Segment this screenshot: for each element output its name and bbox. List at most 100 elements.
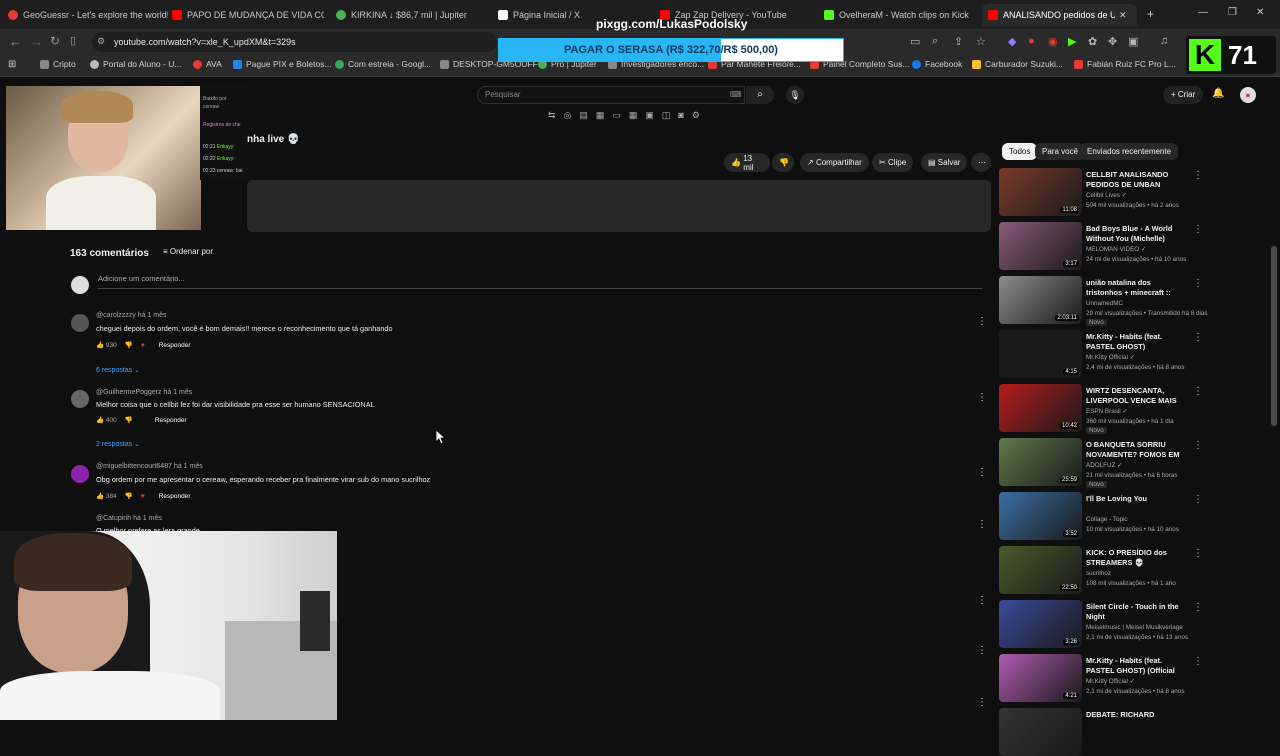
like-comment-icon[interactable]: 👍 xyxy=(96,492,106,500)
reply-button[interactable]: Responder xyxy=(159,342,191,349)
rec-thumbnail[interactable]: 2:03:11 xyxy=(999,276,1082,324)
rec-thumbnail[interactable]: 22:50 xyxy=(999,546,1082,594)
tab-papo[interactable]: PAPO DE MUDANÇA DE VIDA COM xyxy=(172,4,324,26)
like-comment-icon[interactable]: 👍 xyxy=(96,416,106,424)
sort-comments-button[interactable]: ≡ Ordenar por xyxy=(163,247,213,256)
tab-geoguessr[interactable]: GeoGuessr - Let's explore the world! xyxy=(8,4,168,26)
rec-thumbnail[interactable]: 3:17 xyxy=(999,222,1082,270)
like-button[interactable]: 👍 13 mil xyxy=(724,153,770,172)
rec-thumbnail[interactable] xyxy=(999,708,1082,756)
url-field[interactable]: ⚙ youtube.com/watch?v=xle_K_updXM&t=329s xyxy=(92,32,497,52)
create-button[interactable]: + Criar xyxy=(1163,86,1204,104)
comment-author[interactable]: @carolzzzzy há 1 mês xyxy=(96,312,167,319)
rec-channel[interactable]: Mr.Kitty Official ✓ xyxy=(1086,354,1135,361)
rec-channel[interactable]: Mr.Kitty Official ✓ xyxy=(1086,678,1135,685)
extension-icon-2[interactable]: ● xyxy=(1028,35,1035,47)
rec-channel[interactable]: UnnamedMC xyxy=(1086,300,1123,307)
bookmark-ava[interactable]: AVA xyxy=(193,59,222,69)
rec-title[interactable]: CELLBIT ANALISANDO PEDIDOS DE UNBAN xyxy=(1086,170,1186,190)
rec-channel[interactable]: Cellbit Lives ✓ xyxy=(1086,192,1127,199)
comment-menu-icon[interactable]: ⋮ xyxy=(977,595,987,606)
bookmark-carburador[interactable]: Carburador Suzuki... xyxy=(972,59,1063,69)
clip-button[interactable]: ✂ Clipe xyxy=(872,153,914,172)
rec-channel[interactable]: ADOLFUZ ✓ xyxy=(1086,462,1122,469)
dislike-button[interactable]: 👎 xyxy=(772,153,794,172)
rec-channel[interactable]: Collage - Topic xyxy=(1086,516,1128,523)
close-tab-icon[interactable]: ✕ xyxy=(1119,10,1127,21)
comment-menu-icon[interactable]: ⋮ xyxy=(977,645,987,656)
show-replies-button[interactable]: 6 respostas ⌄ xyxy=(96,366,140,374)
back-icon[interactable]: ← xyxy=(9,34,22,49)
rec-title[interactable]: DEBATE: RICHARD xyxy=(1086,710,1186,720)
rec-thumbnail[interactable]: 3:26 xyxy=(999,600,1082,648)
commenter-avatar[interactable] xyxy=(71,314,89,332)
extension-icon-4[interactable]: ▶ xyxy=(1068,35,1076,48)
account-avatar[interactable]: ● xyxy=(1240,87,1256,103)
search-button[interactable]: ⌕ xyxy=(746,86,774,104)
bookmark-facebook[interactable]: Facebook xyxy=(912,59,962,69)
commenter-avatar[interactable] xyxy=(71,390,89,408)
zoom-icon[interactable]: ⌕ xyxy=(932,35,938,48)
more-actions-button[interactable]: ⋯ xyxy=(971,153,991,172)
rec-title[interactable]: I'll Be Loving You xyxy=(1086,494,1186,504)
bookmark-cripto[interactable]: Cripto xyxy=(40,59,76,69)
tab-active-analisando[interactable]: ANALISANDO pedidos de U ✕ xyxy=(982,4,1137,26)
media-icon[interactable]: ♫ xyxy=(1160,35,1168,47)
notifications-icon[interactable]: 🔔 xyxy=(1212,88,1224,99)
extension-icon-1[interactable]: ◆ xyxy=(1008,35,1016,48)
comment-menu-icon[interactable]: ⋮ xyxy=(977,392,987,403)
rec-title[interactable]: Mr.Kitty - Habits (feat. PASTEL GHOST) (… xyxy=(1086,656,1186,676)
rec-menu-icon[interactable]: ⋮ xyxy=(1193,656,1203,667)
tab-kick[interactable]: OvelheraM - Watch clips on Kick xyxy=(824,4,974,26)
rec-channel[interactable]: MELOMAN VIDEO ✓ xyxy=(1086,246,1146,253)
bookmark-pix[interactable]: Pague PIX e Boletos... xyxy=(233,59,332,69)
comment-menu-icon[interactable]: ⋮ xyxy=(977,697,987,708)
like-comment-icon[interactable]: 👍 xyxy=(96,341,106,349)
rec-thumbnail[interactable]: 25:59 xyxy=(999,438,1082,486)
rec-menu-icon[interactable]: ⋮ xyxy=(1193,224,1203,235)
restore-icon[interactable]: ❐ xyxy=(1228,7,1237,18)
voice-search-button[interactable]: 🎙 xyxy=(786,86,804,104)
reply-button[interactable]: Responder xyxy=(159,493,191,500)
minimize-icon[interactable]: — xyxy=(1198,7,1208,18)
add-comment-input[interactable]: Adicione um comentário... xyxy=(98,274,982,289)
extension-icon-3[interactable]: ◉ xyxy=(1048,35,1058,48)
comment-author[interactable]: @GuilhermePoggerz há 1 mês xyxy=(96,389,192,396)
chip-todos[interactable]: Todos xyxy=(1002,143,1038,160)
dislike-comment-icon[interactable]: 👎 xyxy=(125,492,133,500)
share-button[interactable]: ↗ Compartilhar xyxy=(800,153,869,172)
rec-menu-icon[interactable]: ⋮ xyxy=(1193,386,1203,397)
rec-channel[interactable]: ESPN Brasil ✓ xyxy=(1086,408,1128,415)
commenter-avatar[interactable] xyxy=(71,465,89,483)
tab-jupiter[interactable]: KIRKINA ↓ $86,7 mil | Jupiter xyxy=(336,4,486,26)
chip-enviados[interactable]: Enviados recentemente xyxy=(1080,143,1179,160)
rec-menu-icon[interactable]: ⋮ xyxy=(1193,494,1203,505)
keyboard-icon[interactable]: ⌨ xyxy=(730,90,742,99)
rec-title[interactable]: Silent Circle - Touch in the Night xyxy=(1086,602,1186,622)
rec-title[interactable]: O BANQUETA SORRIU NOVAMENTE? FOMOS EM ..… xyxy=(1086,440,1186,460)
forward-icon[interactable]: → xyxy=(30,34,43,49)
rec-menu-icon[interactable]: ⋮ xyxy=(1193,440,1203,451)
bookmark-icon[interactable]: ▯ xyxy=(70,34,76,47)
description-box[interactable] xyxy=(247,180,991,232)
rec-thumbnail[interactable]: 11:08 xyxy=(999,168,1082,216)
comment-author[interactable]: @miguelbittencourt6487 há 1 mês xyxy=(96,463,203,470)
share-page-icon[interactable]: ⇪ xyxy=(954,35,963,48)
rec-menu-icon[interactable]: ⋮ xyxy=(1193,548,1203,559)
reload-icon[interactable]: ↻ xyxy=(50,34,60,48)
chip-para-voce[interactable]: Para você xyxy=(1035,143,1086,160)
rec-thumbnail[interactable]: 4:21 xyxy=(999,654,1082,702)
rec-channel[interactable]: Meiselmusic | Meisel Musikverlage xyxy=(1086,624,1183,631)
rec-thumbnail[interactable]: 4:15 xyxy=(999,330,1082,378)
bookmark-google[interactable]: Com estreia - Googl... xyxy=(335,59,431,69)
extensions-icon[interactable]: ✥ xyxy=(1108,35,1117,48)
rec-thumbnail[interactable]: 10:42 xyxy=(999,384,1082,432)
comment-menu-icon[interactable]: ⋮ xyxy=(977,316,987,327)
rec-title[interactable]: WIRTZ DESENCANTA, LIVERPOOL VENCE MAIS U… xyxy=(1086,386,1186,406)
reply-button[interactable]: Responder xyxy=(155,417,187,424)
show-replies-button[interactable]: 2 respostas ⌄ xyxy=(96,440,140,448)
comment-menu-icon[interactable]: ⋮ xyxy=(977,467,987,478)
rec-channel[interactable]: sucrilhoz xyxy=(1086,570,1111,577)
bookmark-portal[interactable]: Portal do Aluno - U... xyxy=(90,59,181,69)
star-icon[interactable]: ☆ xyxy=(976,35,986,48)
